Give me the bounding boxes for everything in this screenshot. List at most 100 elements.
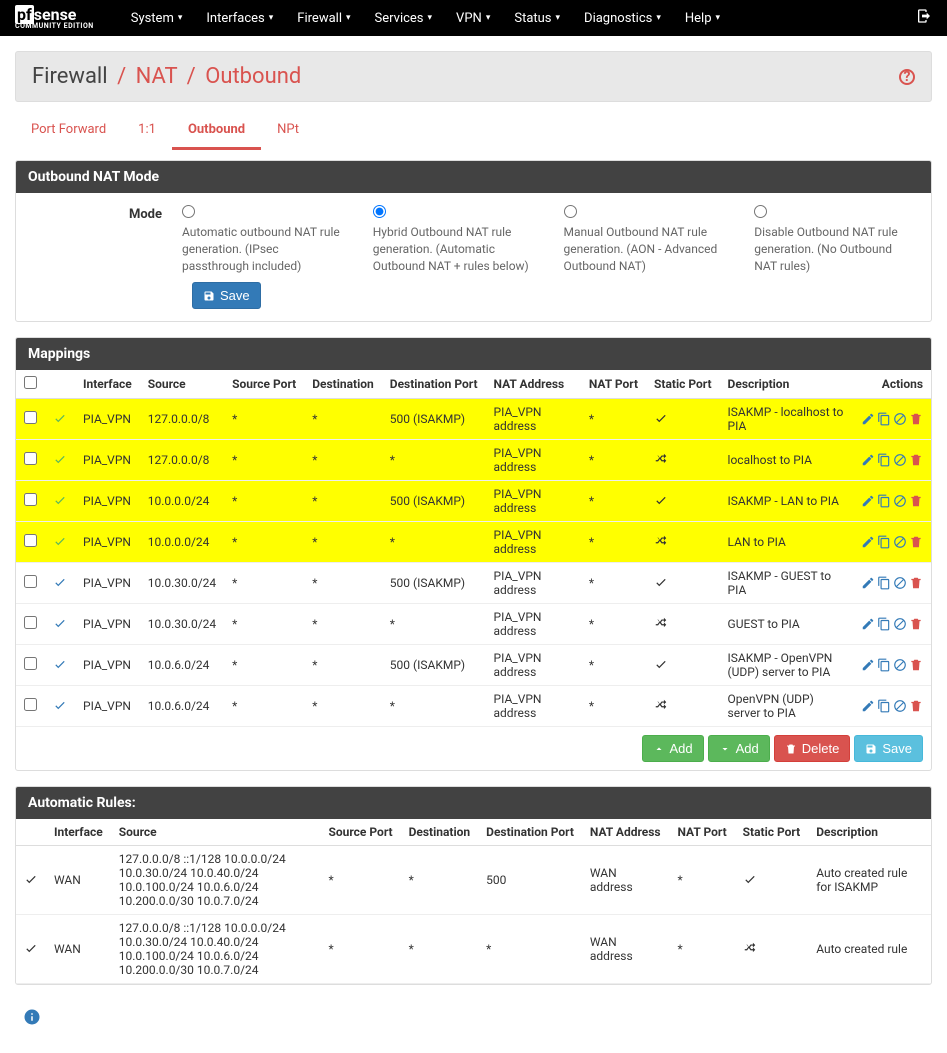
auto-row: WAN127.0.0.0/8 ::1/128 10.0.0.0/24 10.0.… <box>16 915 931 984</box>
nav-item-firewall[interactable]: Firewall ▾ <box>285 3 362 34</box>
copy-icon[interactable] <box>877 535 891 549</box>
info-icon[interactable] <box>23 1008 41 1026</box>
disable-icon[interactable] <box>893 412 907 426</box>
row-checkbox[interactable] <box>24 616 37 629</box>
disable-icon[interactable] <box>893 658 907 672</box>
status-icon <box>53 701 67 715</box>
copy-icon[interactable] <box>877 412 891 426</box>
mode-label: Mode <box>32 205 162 274</box>
logo[interactable]: pfsense COMMUNITY EDITION <box>15 7 94 30</box>
row-checkbox[interactable] <box>24 698 37 711</box>
row-checkbox[interactable] <box>24 493 37 506</box>
breadcrumb-nat[interactable]: NAT <box>136 64 178 89</box>
copy-icon[interactable] <box>877 453 891 467</box>
add-top-button[interactable]: Add <box>642 735 704 762</box>
copy-icon[interactable] <box>877 699 891 713</box>
status-icon <box>53 496 67 510</box>
mode-radio-3[interactable] <box>754 205 767 218</box>
mode-radio-1[interactable] <box>373 205 386 218</box>
mode-options: Automatic outbound NAT rule generation. … <box>182 205 915 274</box>
col-description: Description <box>720 370 853 399</box>
nav-item-services[interactable]: Services ▾ <box>363 3 445 34</box>
nav-item-diagnostics[interactable]: Diagnostics ▾ <box>572 3 673 34</box>
save-order-button[interactable]: Save <box>854 735 923 762</box>
panel-header-auto: Automatic Rules: <box>16 787 931 819</box>
copy-icon[interactable] <box>877 658 891 672</box>
panel-nat-mode: Outbound NAT Mode Mode Automatic outboun… <box>15 160 932 322</box>
delete-button[interactable]: Delete <box>774 735 851 762</box>
mode-radio-2[interactable] <box>564 205 577 218</box>
logout-button[interactable] <box>916 8 932 28</box>
status-icon <box>53 619 67 633</box>
col-interface: Interface <box>75 370 140 399</box>
delete-icon[interactable] <box>909 658 923 672</box>
row-checkbox[interactable] <box>24 534 37 547</box>
row-checkbox[interactable] <box>24 575 37 588</box>
mapping-row[interactable]: PIA_VPN127.0.0.0/8**500 (ISAKMP)PIA_VPN … <box>16 399 931 440</box>
delete-icon[interactable] <box>909 494 923 508</box>
delete-icon[interactable] <box>909 576 923 590</box>
copy-icon[interactable] <box>877 617 891 631</box>
disable-icon[interactable] <box>893 617 907 631</box>
edit-icon[interactable] <box>861 535 875 549</box>
help-icon[interactable]: ? <box>899 69 915 85</box>
mapping-row[interactable]: PIA_VPN10.0.6.0/24***PIA_VPN address*Ope… <box>16 686 931 727</box>
tab-outbound[interactable]: Outbound <box>172 112 261 150</box>
status-icon <box>53 414 67 428</box>
auto-row: WAN127.0.0.0/8 ::1/128 10.0.0.0/24 10.0.… <box>16 846 931 915</box>
panel-auto-rules: Automatic Rules: InterfaceSourceSource P… <box>15 786 932 985</box>
edit-icon[interactable] <box>861 576 875 590</box>
disable-icon[interactable] <box>893 699 907 713</box>
edit-icon[interactable] <box>861 494 875 508</box>
edit-icon[interactable] <box>861 453 875 467</box>
tab-npt[interactable]: NPt <box>261 112 315 150</box>
nav-item-vpn[interactable]: VPN ▾ <box>444 3 502 34</box>
row-checkbox[interactable] <box>24 452 37 465</box>
tab-port-forward[interactable]: Port Forward <box>15 112 122 150</box>
mapping-row[interactable]: PIA_VPN10.0.30.0/24***PIA_VPN address*GU… <box>16 604 931 645</box>
breadcrumb-outbound[interactable]: Outbound <box>205 64 301 89</box>
select-all-checkbox[interactable] <box>24 376 37 389</box>
add-bottom-button[interactable]: Add <box>708 735 770 762</box>
auto-col-static-port: Static Port <box>735 819 809 846</box>
nav-item-system[interactable]: System ▾ <box>119 3 195 34</box>
edit-icon[interactable] <box>861 412 875 426</box>
disable-icon[interactable] <box>893 494 907 508</box>
nav-item-interfaces[interactable]: Interfaces ▾ <box>194 3 285 34</box>
edit-icon[interactable] <box>861 658 875 672</box>
copy-icon[interactable] <box>877 576 891 590</box>
mapping-row[interactable]: PIA_VPN10.0.6.0/24**500 (ISAKMP)PIA_VPN … <box>16 645 931 686</box>
status-icon <box>24 875 38 889</box>
edit-icon[interactable] <box>861 699 875 713</box>
col-nat-port: NAT Port <box>581 370 646 399</box>
delete-icon[interactable] <box>909 412 923 426</box>
col-static-port: Static Port <box>646 370 720 399</box>
mapping-row[interactable]: PIA_VPN127.0.0.0/8***PIA_VPN address*loc… <box>16 440 931 481</box>
mapping-row[interactable]: PIA_VPN10.0.0.0/24**500 (ISAKMP)PIA_VPN … <box>16 481 931 522</box>
row-checkbox[interactable] <box>24 411 37 424</box>
delete-icon[interactable] <box>909 617 923 631</box>
save-button[interactable]: Save <box>192 282 261 309</box>
status-icon <box>53 660 67 674</box>
disable-icon[interactable] <box>893 535 907 549</box>
tab-1:1[interactable]: 1:1 <box>122 112 172 150</box>
auto-col-description: Description <box>808 819 931 846</box>
delete-icon[interactable] <box>909 699 923 713</box>
mode-radio-0[interactable] <box>182 205 195 218</box>
edit-icon[interactable] <box>861 617 875 631</box>
copy-icon[interactable] <box>877 494 891 508</box>
disable-icon[interactable] <box>893 453 907 467</box>
nav-item-help[interactable]: Help ▾ <box>673 3 732 34</box>
delete-icon[interactable] <box>909 535 923 549</box>
auto-col-nat-port: NAT Port <box>669 819 734 846</box>
mapping-row[interactable]: PIA_VPN10.0.0.0/24***PIA_VPN address*LAN… <box>16 522 931 563</box>
row-checkbox[interactable] <box>24 657 37 670</box>
delete-icon[interactable] <box>909 453 923 467</box>
auto-col-destination-port: Destination Port <box>478 819 582 846</box>
status-icon <box>24 944 38 958</box>
disable-icon[interactable] <box>893 576 907 590</box>
status-icon <box>53 455 67 469</box>
nav-items: System ▾Interfaces ▾Firewall ▾Services ▾… <box>119 3 732 34</box>
nav-item-status[interactable]: Status ▾ <box>502 3 572 34</box>
mapping-row[interactable]: PIA_VPN10.0.30.0/24**500 (ISAKMP)PIA_VPN… <box>16 563 931 604</box>
